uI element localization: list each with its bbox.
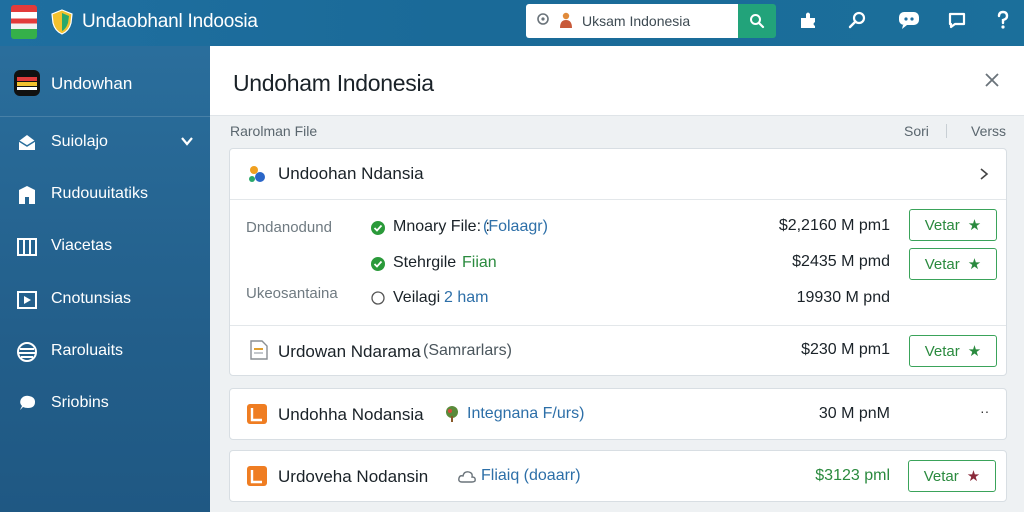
top-bar: Undaobhanl Indoosia: [0, 0, 1024, 46]
sidebar-item-suiolajo[interactable]: Suiolajo: [0, 122, 210, 162]
sidebar-divider: [0, 116, 210, 117]
key-icon[interactable]: [846, 9, 868, 31]
sidebar-item-label: Rudouuitatiks: [51, 185, 148, 202]
option-group-label: Ukeosantaina: [246, 285, 338, 302]
option-price: $2435 M pmd: [792, 253, 890, 270]
column-header-verss[interactable]: Verss: [971, 123, 1006, 139]
sidebar-item-sriobins[interactable]: Sriobins: [0, 383, 210, 423]
chevron-down-icon[interactable]: [180, 134, 194, 148]
card-subtitle[interactable]: Integnana F/urs): [467, 405, 584, 423]
sidebar-item-label: Cnotunsias: [51, 290, 132, 307]
card-title[interactable]: Urdowan Ndarama: [278, 342, 421, 362]
vetar-button[interactable]: Vetar ★: [909, 335, 997, 367]
card-title[interactable]: Undohha Nodansia: [278, 405, 424, 425]
sidebar-item-cnotunsias[interactable]: Cnotunsias: [0, 279, 210, 319]
column-header-file[interactable]: Rarolman File: [230, 123, 317, 139]
sidebar-item-rudouuitatiks[interactable]: Rudouuitatiks: [0, 174, 210, 214]
tree-icon: [446, 406, 458, 422]
message-icon[interactable]: [946, 9, 968, 31]
card-price: $3123 pml: [815, 467, 890, 484]
main-panel: Undoham Indonesia Rarolman File Sori Ver…: [210, 46, 1024, 512]
button-label: Vetar: [923, 467, 959, 485]
vetar-button[interactable]: Vetar ★: [909, 209, 997, 241]
person-icon: [560, 12, 572, 28]
option-link[interactable]: Fiian: [462, 254, 497, 272]
sidebar-item-label: Viacetas: [51, 237, 113, 254]
sidebar-item-label: Suiolajo: [51, 133, 108, 150]
option-link[interactable]: (Folaagr): [483, 218, 548, 236]
chevron-right-icon[interactable]: [978, 167, 990, 181]
star-icon: ★: [967, 256, 982, 273]
card-price: $230 M pm1: [801, 341, 890, 358]
button-label: Vetar: [924, 342, 960, 360]
page-title: Undoham Indonesia: [233, 70, 434, 96]
radio-unchecked-icon[interactable]: [371, 291, 385, 305]
brand-logo-icon: [14, 70, 40, 96]
app-logo[interactable]: [11, 5, 37, 39]
check-circle-icon[interactable]: [371, 221, 385, 235]
result-card: Undohha Nodansia Integnana F/urs) 30 M p…: [229, 388, 1007, 440]
search-input[interactable]: [582, 10, 732, 32]
chat-icon: [20, 395, 35, 410]
document-icon: [250, 340, 268, 360]
option-label: Mnoary File: :: [393, 218, 490, 235]
sidebar-item-raroluaits[interactable]: Raroluaits: [0, 331, 210, 371]
close-icon: [985, 73, 999, 87]
location-pin-icon: [537, 13, 549, 25]
card-title[interactable]: Undoohan Ndansia: [278, 164, 424, 184]
column-header-sort[interactable]: Sori: [904, 123, 929, 139]
star-icon: ★: [967, 217, 982, 234]
layers-icon: [17, 342, 37, 362]
option-price: $2,2160 M pm1: [778, 217, 890, 234]
puzzle-icon[interactable]: [797, 9, 819, 31]
puzzle-people-icon: [249, 166, 265, 182]
option-link[interactable]: 2 ham: [444, 289, 488, 307]
close-button[interactable]: [982, 70, 1002, 90]
orange-square-icon: [247, 404, 267, 424]
star-icon: ★: [967, 343, 982, 360]
search-icon: [750, 14, 765, 29]
sidebar-header[interactable]: Undowhan: [0, 60, 210, 106]
cloud-icon: [458, 471, 476, 483]
play-icon: [17, 291, 37, 309]
sidebar-item-viacetas[interactable]: Viacetas: [0, 226, 210, 266]
sidebar-item-label: Sriobins: [51, 394, 109, 411]
shield-icon: [51, 9, 73, 35]
help-icon[interactable]: [992, 9, 1014, 31]
search-box[interactable]: [526, 4, 738, 38]
sidebar-header-label: Undowhan: [51, 74, 133, 93]
card-price: 30 M pnM: [818, 405, 890, 422]
card-subtitle[interactable]: Fliaiq (doaarr): [481, 467, 581, 485]
chat-icon[interactable]: [898, 9, 920, 31]
panel-header: Undoham Indonesia: [210, 46, 1024, 116]
columns-icon: [17, 238, 37, 256]
option-label: Stehrgile: [393, 254, 457, 271]
inbox-icon: [18, 135, 36, 150]
sidebar-item-label: Raroluaits: [51, 342, 124, 359]
check-circle-icon[interactable]: [371, 257, 385, 271]
option-label: Veilagi: [393, 289, 441, 306]
vetar-button[interactable]: Vetar ★: [909, 248, 997, 280]
option-group-label: Dndanodund: [246, 219, 332, 236]
button-label: Vetar: [924, 255, 960, 273]
column-divider: [946, 124, 947, 138]
card-divider: [230, 325, 1006, 326]
card-subtitle: (Samrarlars): [423, 342, 512, 359]
vetar-button[interactable]: Vetar ★: [908, 460, 996, 492]
more-options-icon[interactable]: ··: [980, 403, 989, 419]
orange-square-icon: [247, 466, 267, 486]
card-title[interactable]: Urdoveha Nodansin: [278, 467, 428, 487]
card-divider: [230, 199, 1006, 200]
search-button[interactable]: [738, 4, 776, 38]
button-label: Vetar: [924, 216, 960, 234]
result-card-expanded: Undoohan Ndansia Dndanodund Mnoary File:…: [229, 148, 1007, 376]
option-price: 19930 M pnd: [796, 289, 890, 306]
sidebar: Undowhan Suiolajo Rudouuitatiks Viacetas…: [0, 46, 210, 512]
app-title: Undaobhanl Indoosia: [82, 11, 258, 32]
building-icon: [19, 186, 35, 204]
star-icon: ★: [966, 468, 981, 485]
result-card: Urdoveha Nodansin Fliaiq (doaarr) $3123 …: [229, 450, 1007, 502]
